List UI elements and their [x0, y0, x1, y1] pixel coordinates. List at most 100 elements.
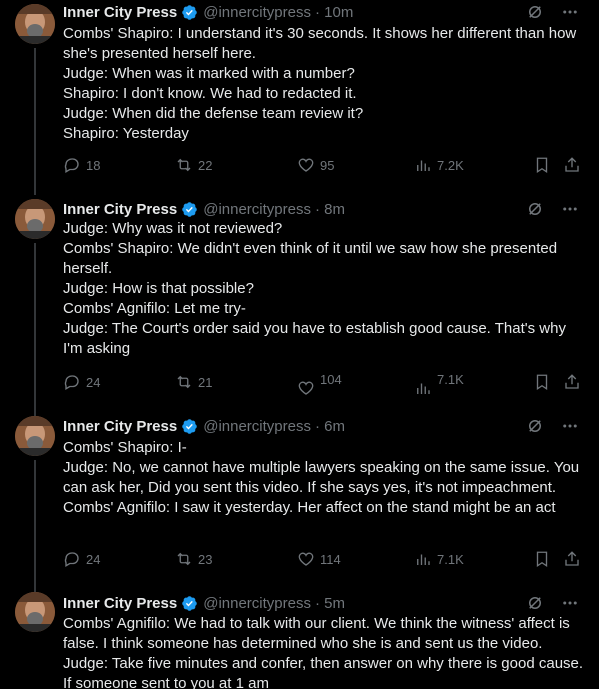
- tweet-line: Judge: No, we cannot have multiple lawye…: [63, 459, 580, 496]
- bookmark-button[interactable]: [533, 156, 551, 174]
- like-count: 104: [320, 371, 342, 387]
- verified-badge-icon: [181, 595, 198, 612]
- grok-icon[interactable]: [526, 200, 544, 218]
- verified-badge-icon: [181, 4, 198, 21]
- like-button[interactable]: 95: [297, 156, 334, 174]
- avatar[interactable]: [15, 4, 55, 44]
- share-icon: [565, 551, 579, 566]
- tweet-line: Judge: When did the defense team review …: [63, 105, 364, 122]
- views-button[interactable]: 7.1K: [414, 371, 464, 397]
- thread-line: [34, 460, 36, 588]
- share-button[interactable]: [563, 550, 581, 568]
- like-count: 95: [320, 157, 335, 173]
- bookmark-icon: [536, 157, 548, 174]
- tweet-text: Combs' Shapiro: I- Judge: No, we cannot …: [63, 438, 588, 518]
- like-icon: [298, 158, 314, 172]
- display-name[interactable]: Inner City Press: [63, 418, 177, 435]
- reply-icon: [64, 158, 79, 173]
- verified-badge-icon: [181, 418, 198, 435]
- tweet-line: Shapiro: Yesterday: [63, 125, 189, 142]
- tweet-line: Combs' Agnifilo: We had to talk with our…: [63, 615, 570, 652]
- views-button[interactable]: 7.1K: [414, 550, 464, 568]
- reply-button[interactable]: 24: [63, 373, 100, 391]
- reply-icon: [64, 375, 79, 390]
- bookmark-button[interactable]: [533, 373, 551, 391]
- reply-button[interactable]: 18: [63, 156, 100, 174]
- views-icon: [417, 554, 430, 565]
- repost-icon: [177, 375, 191, 389]
- like-icon: [298, 552, 314, 566]
- like-button[interactable]: 104: [297, 371, 342, 397]
- views-count: 7.1K: [437, 551, 464, 567]
- share-icon: [565, 157, 579, 172]
- thread-line: [34, 243, 36, 410]
- avatar[interactable]: [15, 416, 55, 456]
- bookmark-button[interactable]: [533, 550, 551, 568]
- tweet-line: Combs' Shapiro: We didn't even think of …: [63, 240, 558, 277]
- thread-line: [34, 48, 36, 190]
- tweet-line: Combs' Agnifilo: Let me try-: [63, 300, 246, 317]
- like-button[interactable]: 114: [297, 550, 341, 568]
- like-count: 114: [320, 551, 341, 567]
- handle[interactable]: @innercitypress: [203, 201, 311, 218]
- timestamp[interactable]: · 5m: [315, 595, 345, 612]
- more-icon[interactable]: [561, 594, 579, 612]
- display-name[interactable]: Inner City Press: [63, 201, 177, 218]
- tweet-line: Combs' Agnifilo: I saw it yesterday. Her…: [63, 499, 556, 516]
- more-icon[interactable]: [561, 200, 579, 218]
- reply-button[interactable]: 24: [63, 550, 100, 568]
- avatar[interactable]: [15, 592, 55, 632]
- tweet-line: Shapiro: I don't know. We had to redacte…: [63, 85, 357, 102]
- repost-icon: [177, 158, 191, 172]
- repost-icon: [177, 552, 191, 566]
- views-count: 7.2K: [437, 157, 464, 173]
- handle[interactable]: @innercitypress: [203, 595, 311, 612]
- bookmark-icon: [536, 551, 548, 568]
- tweet-text: Combs' Agnifilo: We had to talk with our…: [63, 614, 588, 689]
- thread-line: [34, 190, 36, 195]
- share-button[interactable]: [563, 373, 581, 391]
- reply-icon: [64, 552, 79, 567]
- grok-icon[interactable]: [526, 417, 544, 435]
- grok-icon[interactable]: [526, 3, 544, 21]
- tweet-line: Combs' Shapiro: I understand it's 30 sec…: [63, 25, 577, 62]
- tweet[interactable]: Inner City Press @innercitypress · 10m C…: [0, 0, 599, 190]
- action-bar: 18 22 95 7.2K: [63, 156, 581, 176]
- more-icon[interactable]: [561, 3, 579, 21]
- tweet-line: Judge: The Court's order said you have t…: [63, 320, 566, 357]
- reply-count: 24: [86, 374, 101, 390]
- share-icon: [565, 374, 579, 389]
- timestamp[interactable]: · 8m: [315, 201, 345, 218]
- tweet-text: Judge: Why was it not reviewed? Combs' S…: [63, 219, 588, 359]
- more-icon[interactable]: [561, 417, 579, 435]
- action-bar: 24 23 114 7.1K: [63, 550, 581, 570]
- timestamp[interactable]: · 10m: [315, 4, 353, 21]
- bookmark-icon: [536, 374, 548, 391]
- handle[interactable]: @innercitypress: [203, 418, 311, 435]
- grok-icon[interactable]: [526, 594, 544, 612]
- tweet-line: Judge: Why was it not reviewed?: [63, 220, 283, 237]
- tweet-text: Combs' Shapiro: I understand it's 30 sec…: [63, 24, 588, 144]
- views-count: 7.1K: [437, 371, 464, 387]
- handle[interactable]: @innercitypress: [203, 4, 311, 21]
- tweet[interactable]: Inner City Press @innercitypress · 6m Co…: [0, 410, 599, 588]
- views-button[interactable]: 7.2K: [414, 156, 464, 174]
- avatar[interactable]: [15, 199, 55, 239]
- repost-button[interactable]: 22: [175, 156, 212, 174]
- tweet-line: Judge: Take five minutes and confer, the…: [63, 655, 584, 689]
- reply-count: 18: [86, 157, 101, 173]
- reply-count: 24: [86, 551, 101, 567]
- share-button[interactable]: [563, 156, 581, 174]
- repost-button[interactable]: 21: [175, 373, 212, 391]
- timestamp[interactable]: · 6m: [315, 418, 345, 435]
- tweet-line: Combs' Shapiro: I-: [63, 439, 187, 456]
- display-name[interactable]: Inner City Press: [63, 595, 177, 612]
- tweet[interactable]: Inner City Press @innercitypress · 5m Co…: [0, 588, 599, 689]
- tweet[interactable]: Inner City Press @innercitypress · 8m Ju…: [0, 190, 599, 410]
- timeline-feed: Inner City Press @innercitypress · 10m C…: [0, 0, 599, 689]
- views-icon: [417, 160, 430, 171]
- display-name[interactable]: Inner City Press: [63, 4, 177, 21]
- repost-button[interactable]: 23: [175, 550, 212, 568]
- repost-count: 22: [198, 157, 213, 173]
- verified-badge-icon: [181, 201, 198, 218]
